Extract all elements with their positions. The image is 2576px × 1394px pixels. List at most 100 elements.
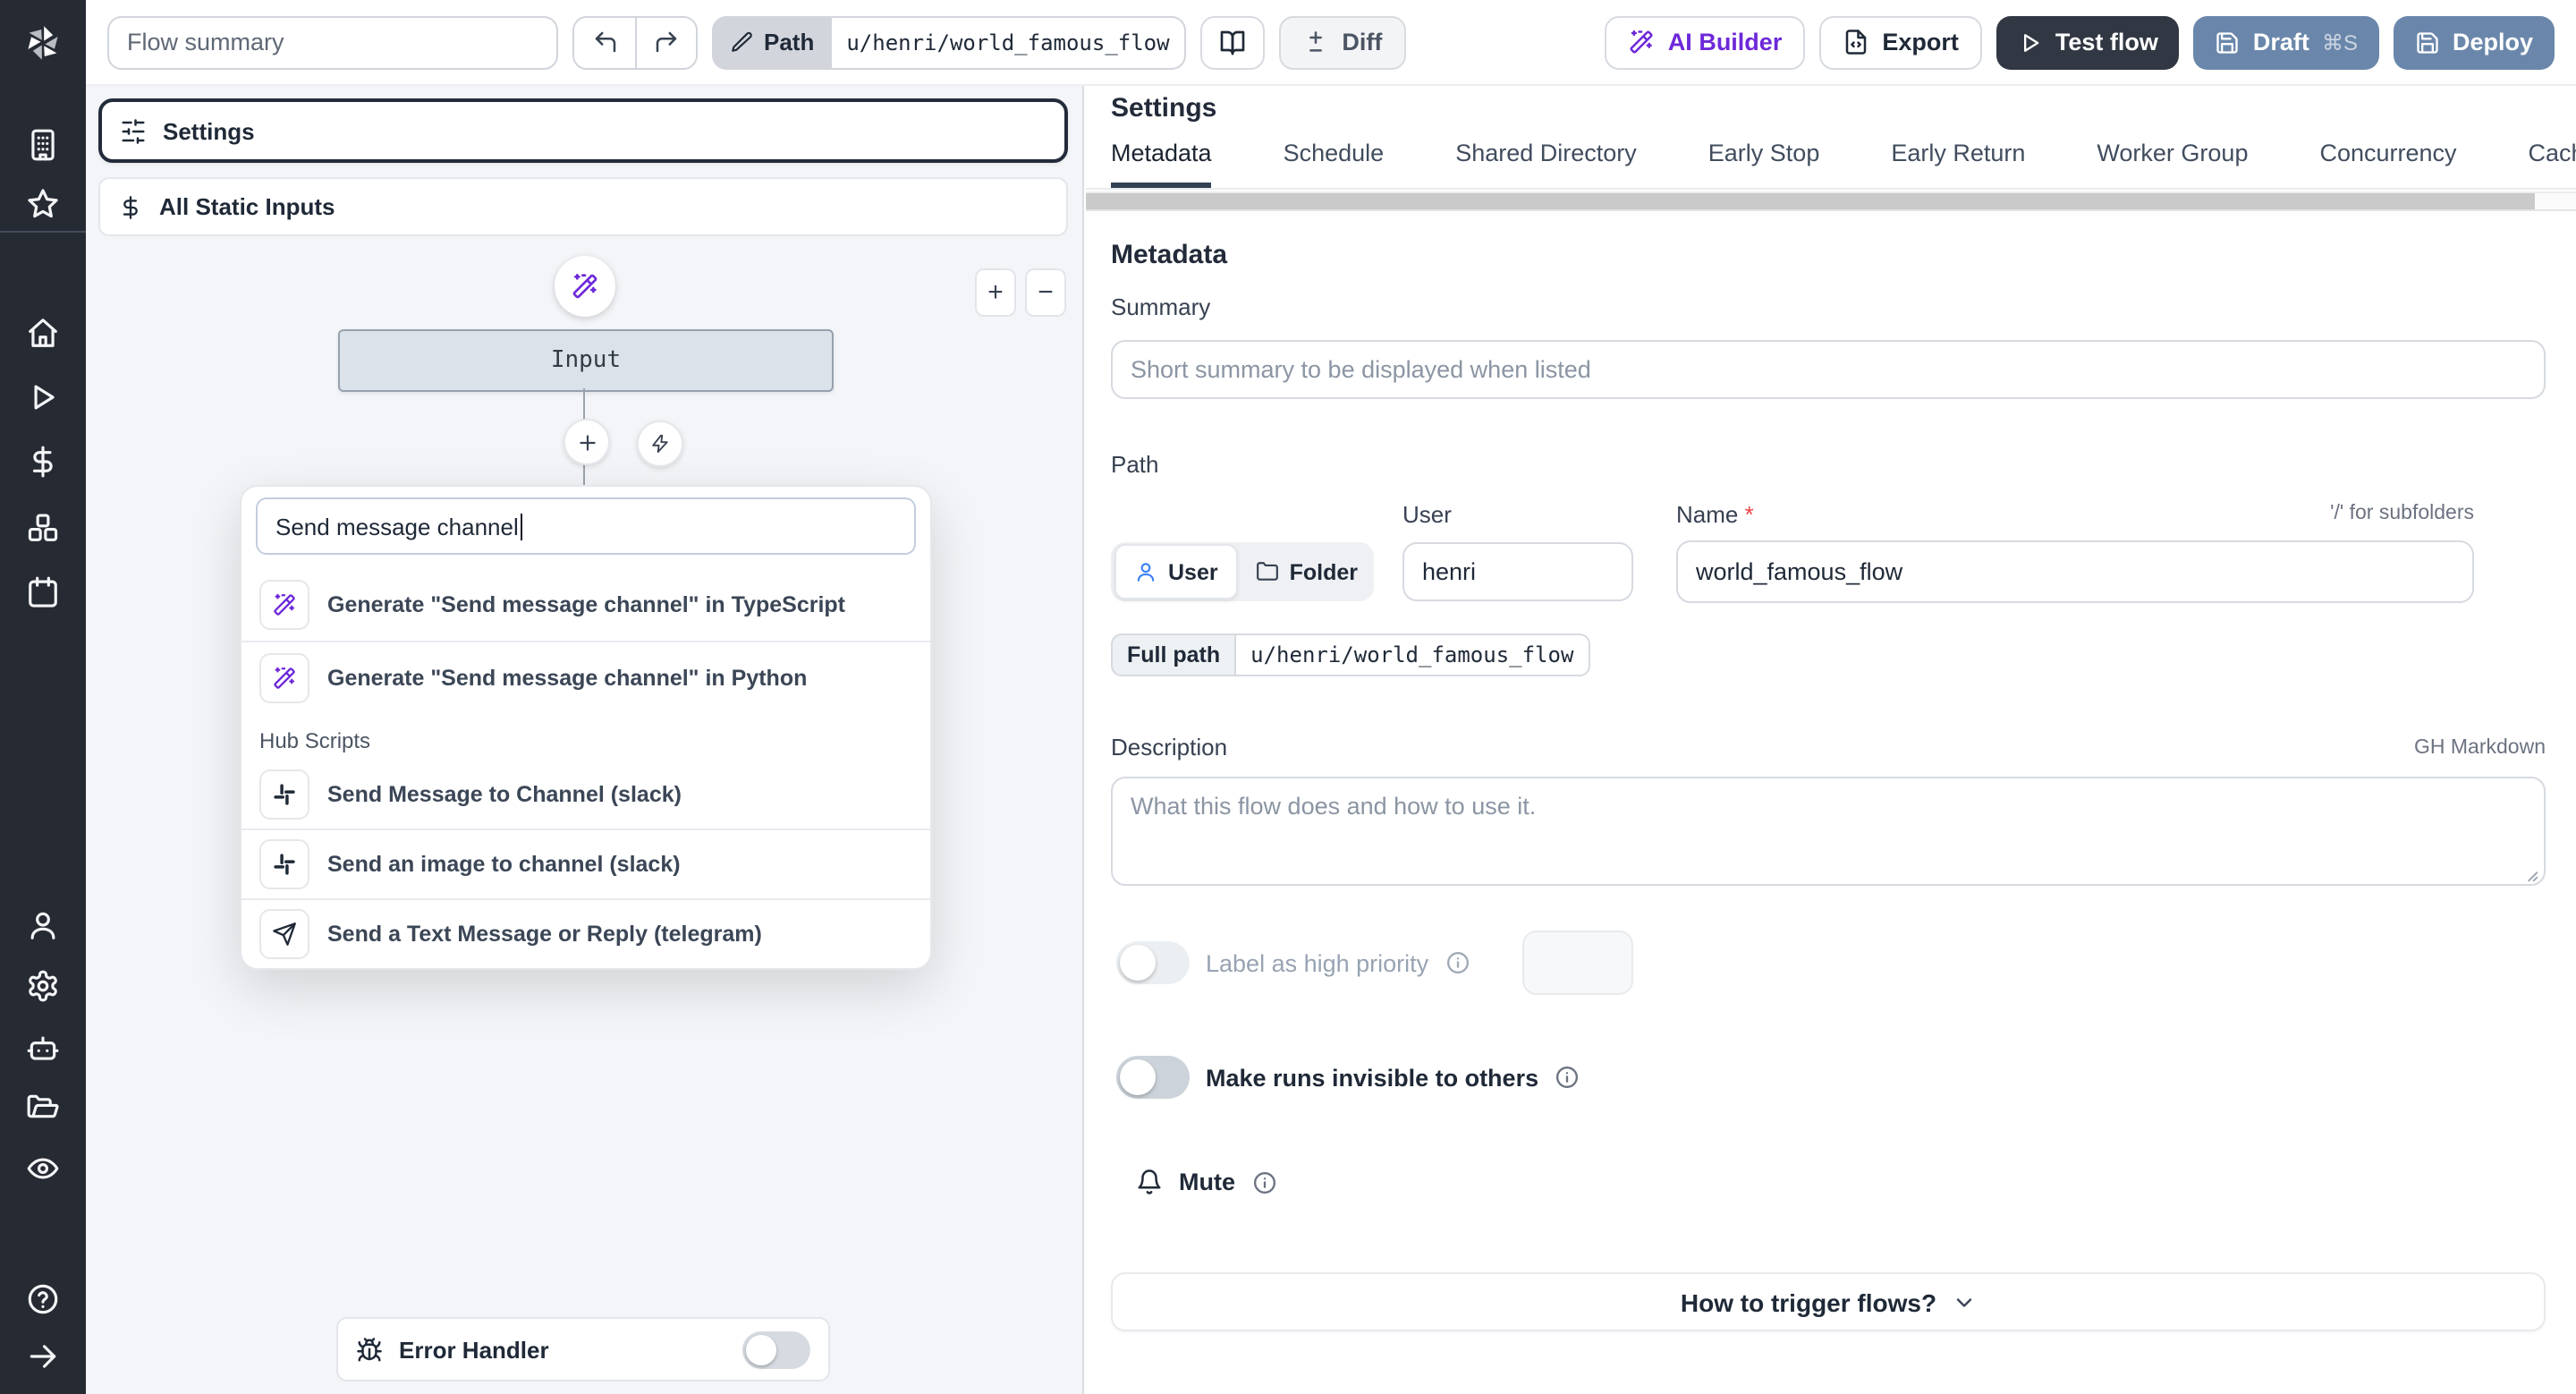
generate-items: Generate "Send message channel" in TypeS… <box>242 569 930 714</box>
toggle-knob <box>746 1334 776 1364</box>
tab-early-stop[interactable]: Early Stop <box>1708 140 1820 188</box>
tab-concurrency[interactable]: Concurrency <box>2319 140 2456 188</box>
item-label: Send an image to channel (slack) <box>327 852 681 877</box>
user-field-label: User <box>1402 501 1452 528</box>
description-textarea[interactable] <box>1111 777 2546 886</box>
wand-icon <box>259 653 309 703</box>
export-button[interactable]: Export <box>1819 15 1982 69</box>
owner-folder-label: Folder <box>1289 559 1358 584</box>
zoom-out-button[interactable]: − <box>1025 268 1066 317</box>
add-trigger-button[interactable] <box>637 421 683 467</box>
generate-item-generate-send-message-channel-in-typescr[interactable]: Generate "Send message channel" in TypeS… <box>242 569 930 641</box>
runs-play-icon[interactable] <box>26 380 60 414</box>
sliders-icon <box>120 117 147 144</box>
bug-icon <box>356 1336 383 1363</box>
workers-bot-icon[interactable] <box>26 1032 60 1066</box>
all-static-inputs-label: All Static Inputs <box>159 193 335 220</box>
path-user-input[interactable] <box>1402 542 1633 601</box>
folders-icon[interactable] <box>26 1091 60 1125</box>
schedules-calendar-icon[interactable] <box>26 575 60 609</box>
tab-cache[interactable]: Cache <box>2529 140 2576 188</box>
telegram-icon <box>259 909 309 959</box>
how-to-trigger-label: How to trigger flows? <box>1680 1288 1937 1316</box>
owner-user-option[interactable]: User <box>1114 544 1238 599</box>
priority-value-input[interactable] <box>1522 931 1633 995</box>
redo-button[interactable] <box>635 17 696 67</box>
flow-settings-card[interactable]: Settings <box>98 98 1068 163</box>
hub-script-item-send-message-to-channel-slack[interactable]: Send Message to Channel (slack) <box>242 761 930 829</box>
flow-summary-input[interactable] <box>107 15 558 69</box>
mute-label: Mute <box>1179 1169 1235 1195</box>
save-icon <box>2216 30 2241 55</box>
hub-items: Send Message to Channel (slack) Send an i… <box>242 761 930 968</box>
settings-gear-icon[interactable] <box>26 969 60 1003</box>
tab-shared-directory[interactable]: Shared Directory <box>1455 140 1637 188</box>
zoom-in-button[interactable]: + <box>975 268 1016 317</box>
tab-schedule[interactable]: Schedule <box>1284 140 1385 188</box>
tab-early-return[interactable]: Early Return <box>1891 140 2025 188</box>
draft-label: Draft <box>2252 29 2309 55</box>
favorites-star-icon[interactable] <box>26 187 60 221</box>
app-window: Path Diff AI Builder Export Test flow Dr… <box>0 0 2576 1394</box>
variables-dollar-icon[interactable] <box>26 445 60 479</box>
invisible-runs-toggle[interactable] <box>1116 1056 1190 1099</box>
required-asterisk: * <box>1744 501 1754 528</box>
book-open-icon <box>1218 28 1247 56</box>
high-priority-toggle[interactable] <box>1116 941 1190 984</box>
tabs-scrollbar-track[interactable] <box>1086 191 2576 211</box>
home-icon[interactable] <box>26 316 60 350</box>
sidebar-divider <box>0 231 86 233</box>
input-node[interactable]: Input <box>338 329 834 392</box>
item-label: Generate "Send message channel" in Pytho… <box>327 666 808 691</box>
wand-sparkles-icon <box>571 272 599 301</box>
path-edit-button[interactable]: Path <box>712 15 833 69</box>
wand-sparkles-icon <box>1629 29 1656 55</box>
hub-script-item-send-an-image-to-channel-slack[interactable]: Send an image to channel (slack) <box>242 830 930 898</box>
deploy-label: Deploy <box>2452 29 2533 55</box>
path-input[interactable] <box>832 15 1187 69</box>
tab-worker-group[interactable]: Worker Group <box>2097 140 2248 188</box>
info-icon[interactable] <box>1251 1169 1276 1194</box>
step-search-dropdown: Send message channel Generate "Send mess… <box>240 485 932 970</box>
hub-script-item-send-a-text-message-or-reply-telegram[interactable]: Send a Text Message or Reply (telegram) <box>242 900 930 968</box>
user-icon <box>1134 560 1157 583</box>
all-static-inputs-card[interactable]: All Static Inputs <box>98 177 1068 236</box>
resources-boxes-icon[interactable] <box>26 511 60 545</box>
how-to-trigger-button[interactable]: How to trigger flows? <box>1111 1272 2546 1331</box>
add-step-button[interactable] <box>564 419 610 465</box>
draft-shortcut: ⌘S <box>2321 30 2358 55</box>
step-search-input[interactable]: Send message channel <box>256 497 916 555</box>
windmill-logo-icon[interactable] <box>21 21 64 64</box>
subfolder-hint: '/' for subfolders <box>2330 503 2474 524</box>
summary-input[interactable] <box>1111 340 2546 399</box>
error-handler-card[interactable]: Error Handler <box>336 1317 830 1381</box>
undo-button[interactable] <box>574 17 635 67</box>
users-icon[interactable] <box>26 908 60 942</box>
high-priority-row: Label as high priority <box>1116 941 1470 984</box>
generate-item-generate-send-message-channel-in-python[interactable]: Generate "Send message channel" in Pytho… <box>242 642 930 714</box>
tabs-scrollbar-thumb[interactable] <box>1086 193 2535 209</box>
workspace-icon[interactable] <box>26 128 60 162</box>
owner-folder-option[interactable]: Folder <box>1238 546 1376 598</box>
resize-grip-icon[interactable] <box>2521 864 2540 884</box>
ai-builder-button[interactable]: AI Builder <box>1605 15 1806 69</box>
help-icon[interactable] <box>26 1282 60 1316</box>
path-name-input[interactable] <box>1676 540 2474 603</box>
full-path-row: Full path u/henri/world_famous_flow <box>1111 633 1590 676</box>
expand-sidebar-icon[interactable] <box>26 1339 60 1373</box>
summary-label: Summary <box>1111 293 1211 320</box>
audit-eye-icon[interactable] <box>26 1152 60 1186</box>
name-label-text: Name <box>1676 501 1739 528</box>
draft-button[interactable]: Draft ⌘S <box>2193 15 2379 69</box>
docs-button[interactable] <box>1200 15 1266 69</box>
tab-metadata[interactable]: Metadata <box>1111 140 1212 188</box>
hub-scripts-header: Hub Scripts <box>259 728 371 753</box>
info-icon[interactable] <box>1555 1065 1580 1090</box>
error-handler-toggle[interactable] <box>742 1330 810 1368</box>
metadata-heading: Metadata <box>1111 240 1228 270</box>
info-icon[interactable] <box>1445 950 1470 975</box>
deploy-button[interactable]: Deploy <box>2393 15 2555 69</box>
diff-button[interactable]: Diff <box>1279 15 1406 69</box>
test-flow-button[interactable]: Test flow <box>1996 15 2180 69</box>
ai-flow-wand-button[interactable] <box>555 256 615 317</box>
